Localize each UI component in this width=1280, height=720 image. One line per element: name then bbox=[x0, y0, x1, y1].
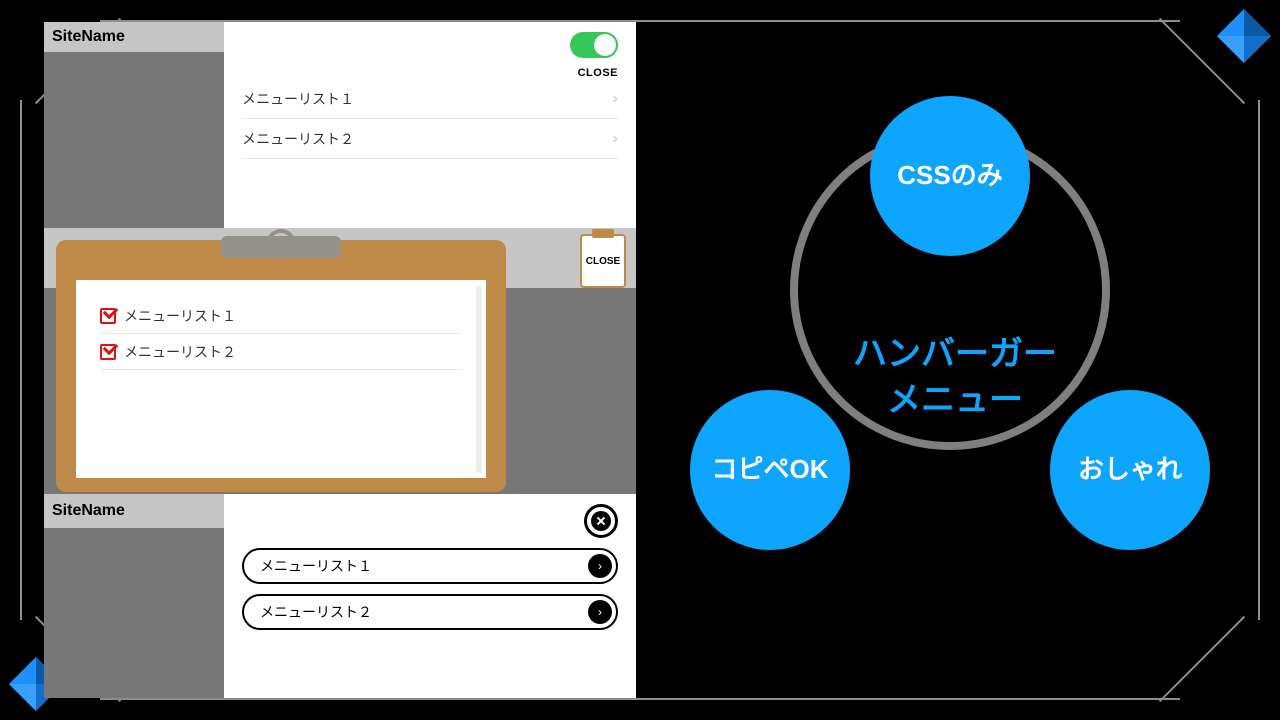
menu-item-label: メニューリスト１ bbox=[242, 89, 354, 109]
frame-left bbox=[20, 100, 22, 620]
arrow-right-circle-icon: › bbox=[588, 600, 612, 624]
menu-item[interactable]: メニューリスト１ bbox=[100, 298, 462, 334]
frame-bottom bbox=[100, 698, 1180, 700]
menu-item[interactable]: メニューリスト２ › bbox=[242, 594, 618, 630]
frame-right bbox=[1258, 100, 1260, 620]
feature-bubble-top: CSSのみ bbox=[870, 96, 1030, 256]
dropdown-menu: メニューリスト１ › メニューリスト２ › bbox=[224, 494, 636, 698]
feature-label: コピペOK bbox=[711, 454, 828, 485]
menu-item[interactable]: メニューリスト１ › bbox=[242, 79, 618, 119]
close-toggle[interactable] bbox=[570, 32, 618, 58]
menu-item-label: メニューリスト１ bbox=[124, 306, 236, 326]
diamond-icon bbox=[1214, 6, 1274, 66]
site-name-label: SiteName bbox=[52, 28, 125, 46]
demo-panel-pill: SiteName メニューリスト１ › メニューリスト２ › bbox=[44, 494, 636, 698]
clipboard-menu: メニューリスト１ メニューリスト２ bbox=[56, 240, 506, 492]
clipboard-paper: メニューリスト１ メニューリスト２ bbox=[76, 280, 486, 478]
site-name-header: SiteName bbox=[44, 494, 224, 528]
site-name-header: SiteName bbox=[44, 22, 224, 52]
site-name-label: SiteName bbox=[52, 502, 125, 520]
close-icon bbox=[591, 511, 611, 531]
close-label: CLOSE bbox=[586, 256, 620, 267]
menu-item-label: メニューリスト２ bbox=[124, 342, 236, 362]
menu-item[interactable]: メニューリスト２ › bbox=[242, 119, 618, 159]
arrow-right-circle-icon: › bbox=[588, 554, 612, 578]
menu-item[interactable]: メニューリスト１ › bbox=[242, 548, 618, 584]
chevron-right-icon: › bbox=[613, 90, 618, 108]
checkbox-checked-icon bbox=[100, 308, 116, 324]
close-button[interactable] bbox=[584, 504, 618, 538]
menu-item-label: メニューリスト２ bbox=[242, 129, 354, 149]
feature-label: CSSのみ bbox=[897, 160, 1002, 191]
menu-item[interactable]: メニューリスト２ bbox=[100, 334, 462, 370]
demo-panel-toggle: SiteName CLOSE メニューリスト１ › メニューリスト２ › bbox=[44, 22, 636, 228]
infographic: CSSのみ コピペOK おしゃれ ハンバーガー メニュー bbox=[640, 60, 1240, 660]
clipboard-clip-icon bbox=[221, 236, 341, 258]
close-clipboard-button[interactable]: CLOSE bbox=[580, 234, 626, 288]
checkbox-checked-icon bbox=[100, 344, 116, 360]
demo-panel-clipboard: CLOSE メニューリスト１ メニューリスト２ bbox=[44, 228, 636, 494]
chevron-right-icon: › bbox=[613, 130, 618, 148]
feature-label: おしゃれ bbox=[1078, 454, 1182, 485]
close-toggle-label: CLOSE bbox=[242, 67, 618, 79]
menu-item-label: メニューリスト２ bbox=[260, 602, 372, 622]
infographic-title: ハンバーガー メニュー bbox=[790, 332, 1120, 424]
dropdown-menu: CLOSE メニューリスト１ › メニューリスト２ › bbox=[224, 22, 636, 228]
menu-item-label: メニューリスト１ bbox=[260, 556, 372, 576]
